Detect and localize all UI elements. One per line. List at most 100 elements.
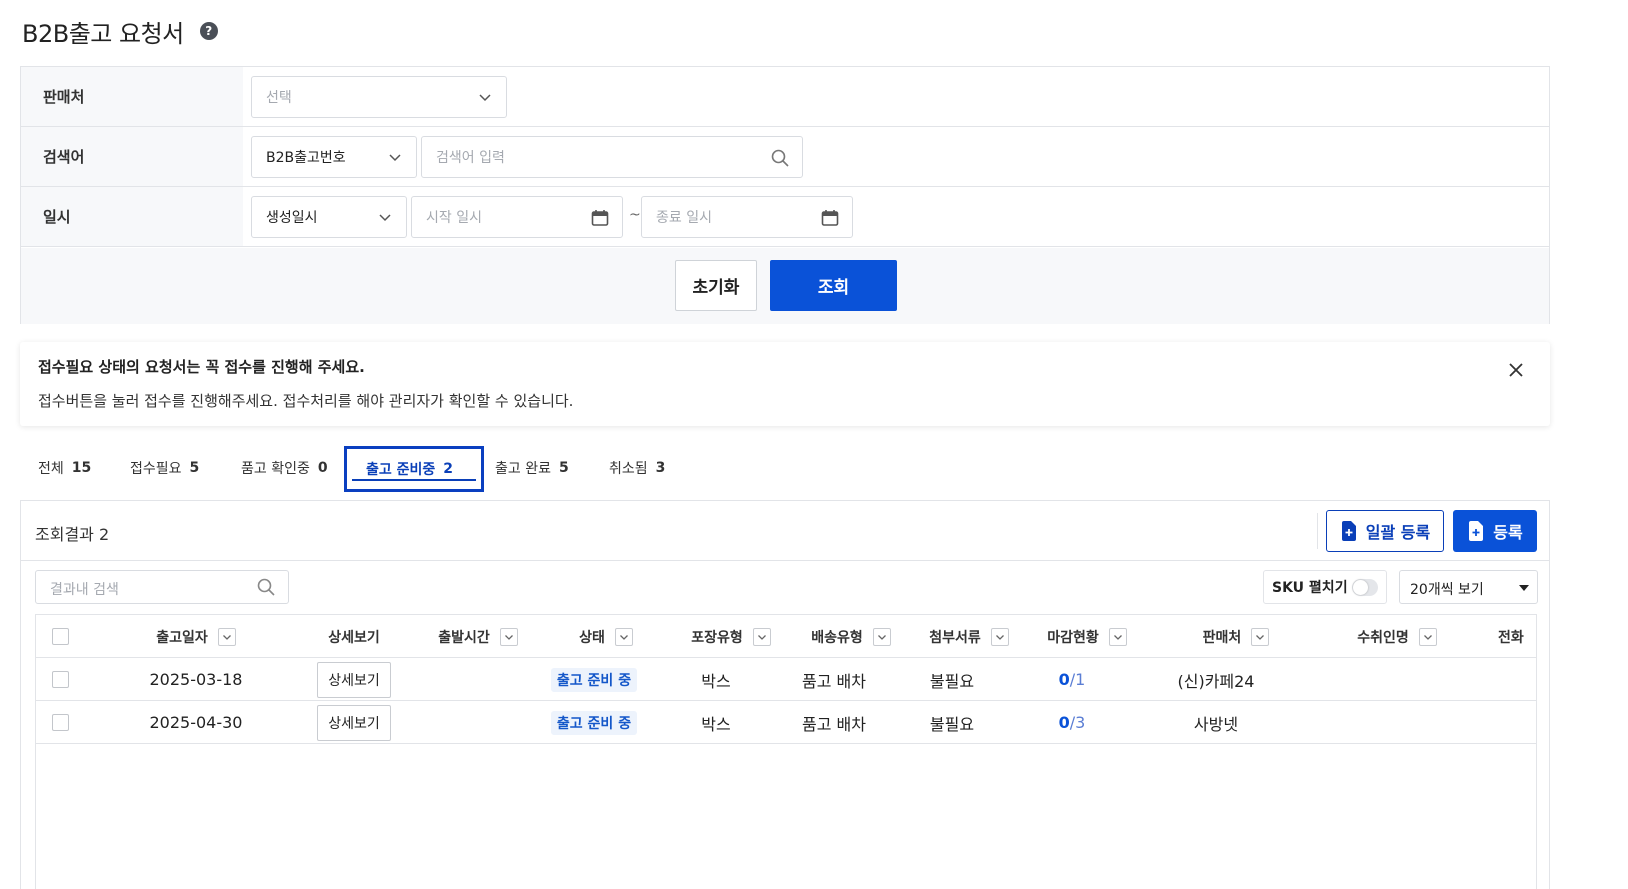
column-header: 포장유형 bbox=[666, 615, 796, 658]
per-page-value: 20개씩 보기 bbox=[1410, 582, 1484, 598]
file-plus-icon bbox=[1469, 521, 1484, 541]
filter-row-seller: 판매처 선택 bbox=[21, 67, 1549, 127]
chevron-down-icon bbox=[479, 94, 491, 102]
row-checkbox[interactable] bbox=[52, 714, 69, 731]
keyword-label: 검색어 bbox=[21, 127, 243, 186]
divider bbox=[1317, 513, 1318, 549]
page-header: B2B출고 요청서 ? bbox=[22, 14, 218, 48]
bulk-register-button[interactable]: 일괄 등록 bbox=[1326, 510, 1444, 552]
search-icon[interactable] bbox=[770, 148, 790, 168]
notice-title: 접수필요 상태의 요청서는 꼭 접수를 진행해 주세요. bbox=[38, 358, 365, 376]
question-circle-icon[interactable]: ? bbox=[199, 22, 218, 40]
results-search-placeholder: 결과내 검색 bbox=[50, 582, 119, 598]
file-plus-icon bbox=[1341, 521, 1356, 541]
tab-label: 접수필요 bbox=[130, 461, 182, 477]
tab-preparing[interactable]: 출고 준비중 2 bbox=[344, 446, 484, 492]
chevron-down-icon[interactable] bbox=[1108, 627, 1127, 646]
search-button[interactable]: 조회 bbox=[770, 260, 897, 311]
cell-status: 출고 준비 중 bbox=[534, 658, 654, 701]
date-type-select[interactable]: 생성일시 bbox=[251, 196, 407, 238]
cell-detail: 상세보기 bbox=[304, 658, 404, 701]
cell-packaging: 박스 bbox=[701, 714, 731, 734]
end-date-input[interactable]: 종료 일시 bbox=[641, 196, 853, 238]
active-tab-underline bbox=[352, 479, 476, 481]
detail-button[interactable]: 상세보기 bbox=[317, 704, 391, 741]
status-badge: 출고 준비 중 bbox=[550, 710, 638, 735]
keyword-type-select[interactable]: B2B출고번호 bbox=[251, 136, 417, 178]
column-header: 수취인명 bbox=[1332, 615, 1462, 658]
results-header: 조회결과 2 일괄 등록 등록 bbox=[21, 501, 1549, 561]
row-checkbox[interactable] bbox=[52, 671, 69, 688]
search-icon[interactable] bbox=[256, 577, 276, 597]
sku-expand-toggle[interactable]: SKU 펼치기 bbox=[1263, 570, 1387, 604]
filter-row-date: 일시 생성일시 시작 일시 ~ 종료 일시 bbox=[21, 187, 1549, 247]
status-badge: 출고 준비 중 bbox=[550, 667, 638, 692]
tab-all[interactable]: 전체 15 bbox=[38, 444, 91, 492]
tab-label: 출고 준비중 bbox=[366, 462, 436, 478]
results-search-input[interactable]: 결과내 검색 bbox=[35, 570, 289, 604]
chevron-down-icon[interactable] bbox=[1418, 627, 1437, 646]
cell-seller: (신)카페24 bbox=[1177, 671, 1255, 691]
column-header: 배송유형 bbox=[786, 615, 916, 658]
cell-closing-status: 0/3 bbox=[1058, 713, 1086, 732]
column-header: 첨부서류 bbox=[904, 615, 1034, 658]
column-header: 상세보기 bbox=[328, 629, 380, 646]
toggle-switch[interactable] bbox=[1352, 579, 1378, 596]
per-page-select[interactable]: 20개씩 보기 bbox=[1399, 570, 1538, 604]
tab-shipped[interactable]: 출고 완료 5 bbox=[495, 444, 569, 492]
date-label: 일시 bbox=[21, 187, 243, 246]
cell-detail: 상세보기 bbox=[304, 701, 404, 744]
filter-row-keyword: 검색어 B2B출고번호 검색어 입력 bbox=[21, 127, 1549, 187]
tab-needs-receipt[interactable]: 접수필요 5 bbox=[130, 444, 199, 492]
cell-packaging: 박스 bbox=[701, 671, 731, 691]
cell-attachment: 불필요 bbox=[929, 714, 975, 734]
register-button[interactable]: 등록 bbox=[1453, 510, 1537, 552]
cell-closing-status: 0/1 bbox=[1058, 670, 1086, 689]
chevron-down-icon[interactable] bbox=[499, 627, 518, 646]
column-header: 상태 bbox=[546, 615, 666, 658]
date-type-value: 생성일시 bbox=[266, 210, 318, 226]
search-filter-panel: 판매처 선택 검색어 B2B출고번호 검색어 입력 일시 생성일시 시작 일시 … bbox=[20, 66, 1550, 324]
reset-button[interactable]: 초기화 bbox=[675, 260, 757, 311]
end-date-placeholder: 종료 일시 bbox=[656, 210, 712, 226]
column-header: 출고일자 bbox=[136, 615, 256, 658]
bulk-register-label: 일괄 등록 bbox=[1365, 523, 1431, 542]
detail-button[interactable]: 상세보기 bbox=[317, 661, 391, 698]
results-panel: 조회결과 2 일괄 등록 등록 결과내 검색 SKU 펼치기 20개씩 보기 출… bbox=[20, 500, 1550, 889]
cell-depart-time bbox=[418, 701, 538, 744]
keyword-type-value: B2B출고번호 bbox=[266, 150, 346, 166]
seller-select[interactable]: 선택 bbox=[251, 76, 507, 118]
tab-label: 출고 완료 bbox=[495, 461, 551, 477]
chevron-down-icon[interactable] bbox=[990, 627, 1009, 646]
chevron-down-icon[interactable] bbox=[872, 627, 891, 646]
tab-count: 2 bbox=[443, 461, 454, 477]
tab-count: 0 bbox=[317, 460, 328, 476]
close-icon[interactable] bbox=[1506, 360, 1526, 380]
column-header: 마감현황 bbox=[1022, 615, 1152, 658]
filter-actions: 초기화 조회 bbox=[21, 248, 1549, 324]
keyword-input-placeholder: 검색어 입력 bbox=[436, 150, 505, 166]
chevron-down-icon[interactable] bbox=[1251, 627, 1270, 646]
table-row[interactable]: 2025-03-18 상세보기 출고 준비 중 박스 품고 배차 불필요 0/1… bbox=[36, 658, 1536, 701]
chevron-down-icon[interactable] bbox=[217, 627, 236, 646]
results-table: 출고일자 상세보기 출발시간 상태 포장유형 배송유형 첨부서류 마감현황 판매… bbox=[35, 614, 1537, 889]
page-title: B2B출고 요청서 bbox=[22, 19, 184, 48]
tab-cancelled[interactable]: 취소됨 3 bbox=[609, 444, 665, 492]
cell-depart-time bbox=[418, 658, 538, 701]
table-row[interactable]: 2025-04-30 상세보기 출고 준비 중 박스 품고 배차 불필요 0/3… bbox=[36, 701, 1536, 744]
chevron-down-icon[interactable] bbox=[614, 627, 633, 646]
calendar-icon[interactable] bbox=[820, 208, 840, 228]
status-tabs: 전체 15 접수필요 5 품고 확인중 0 출고 준비중 2 출고 완료 5 취소됨 3 bbox=[20, 444, 1550, 492]
cell-recipient bbox=[1332, 658, 1462, 701]
tab-checking[interactable]: 품고 확인중 0 bbox=[241, 444, 328, 492]
calendar-icon[interactable] bbox=[590, 208, 610, 228]
select-all-checkbox[interactable] bbox=[52, 628, 69, 645]
column-header: 전화 bbox=[1498, 629, 1524, 646]
start-date-input[interactable]: 시작 일시 bbox=[411, 196, 623, 238]
chevron-down-icon[interactable] bbox=[752, 627, 771, 646]
cell-delivery: 품고 배차 bbox=[802, 671, 866, 691]
results-count: 조회결과 2 bbox=[35, 525, 110, 544]
tab-label: 품고 확인중 bbox=[241, 461, 310, 477]
cell-date: 2025-04-30 bbox=[149, 713, 243, 732]
keyword-input[interactable]: 검색어 입력 bbox=[421, 136, 803, 178]
